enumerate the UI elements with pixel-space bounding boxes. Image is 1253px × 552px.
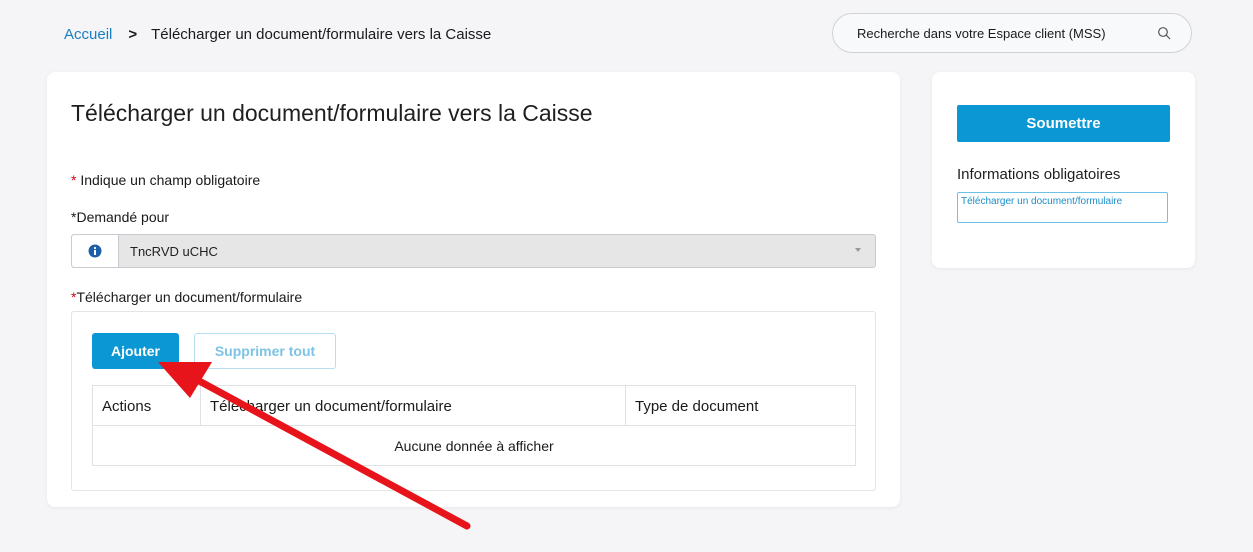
annotation-arrow bbox=[158, 362, 471, 530]
annotation-arrow-shaft bbox=[186, 372, 471, 530]
